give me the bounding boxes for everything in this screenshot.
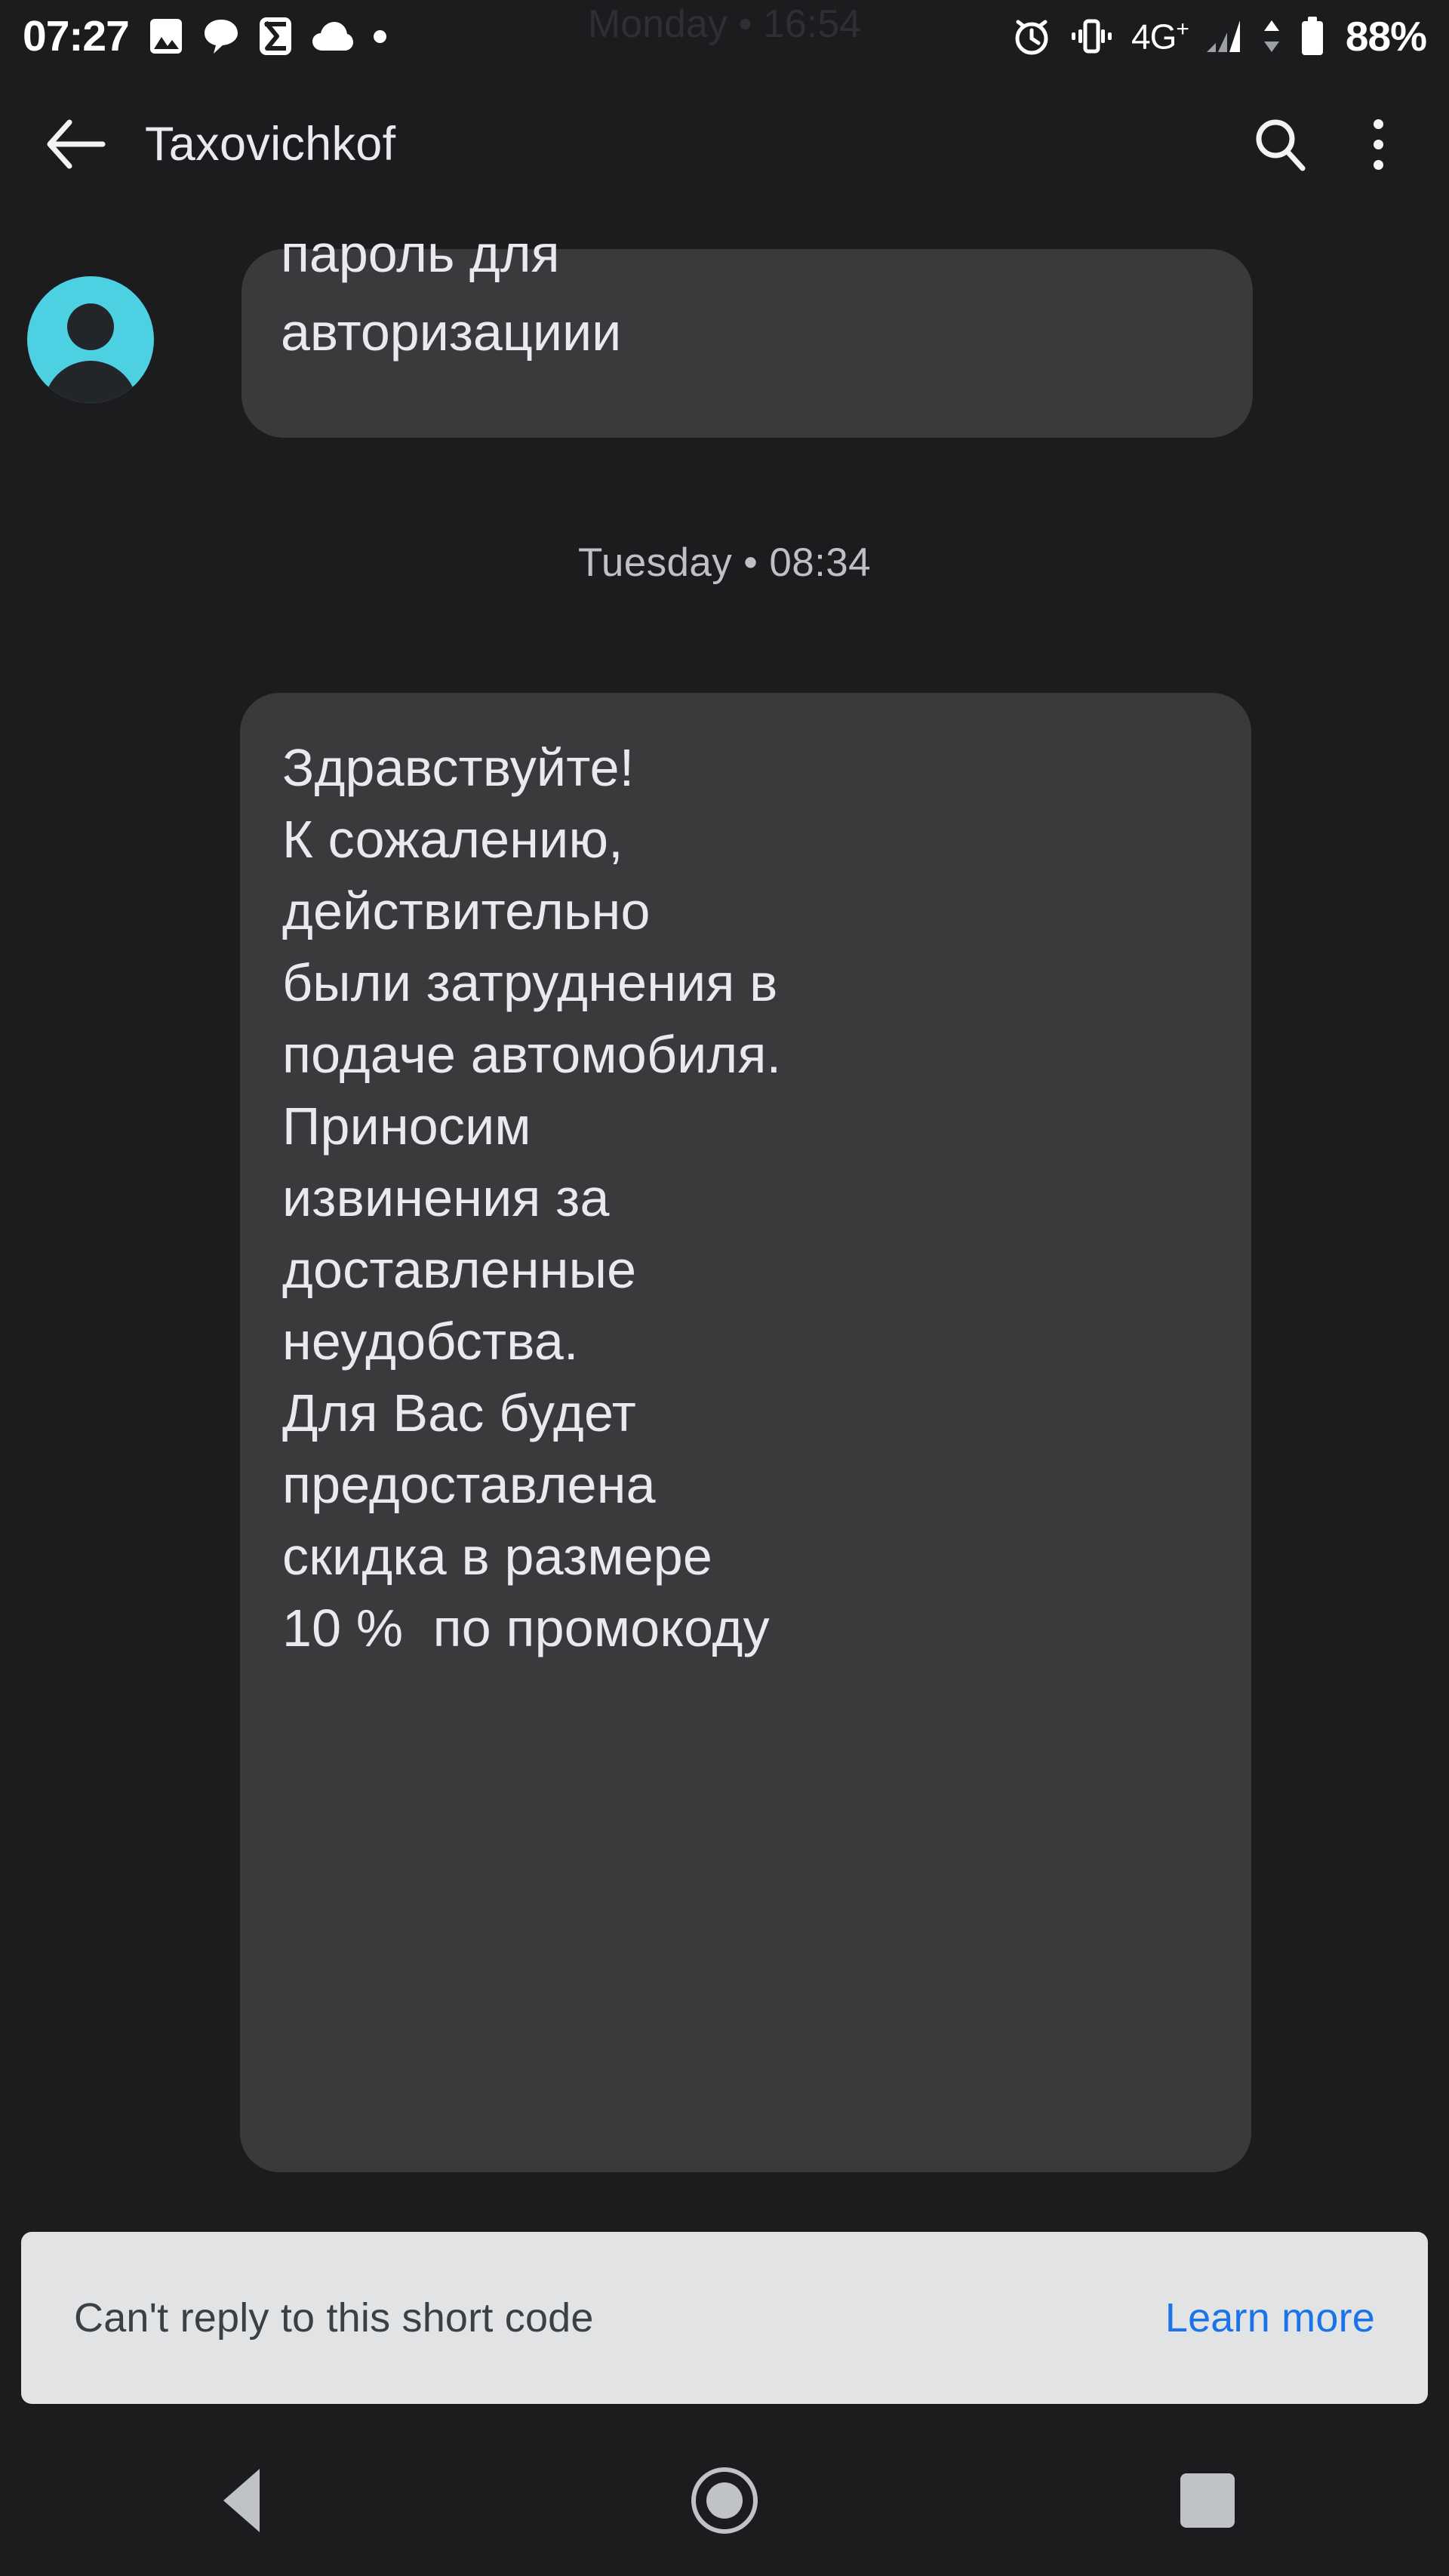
home-icon-inner [706, 2482, 743, 2519]
phone-screen: Monday • 16:54 пароль для авторизациии T… [0, 0, 1449, 2576]
sigma-icon [259, 17, 291, 55]
back-icon [223, 2469, 260, 2532]
vibrate-icon [1072, 19, 1112, 54]
cloud-icon [312, 22, 353, 51]
battery-percent-label: 88% [1345, 12, 1427, 60]
date-divider: Tuesday • 08:34 [0, 540, 1449, 586]
search-icon [1256, 119, 1306, 171]
previous-message-bubble[interactable]: пароль для авторизациии [242, 224, 1253, 438]
nav-back-button[interactable] [158, 2425, 325, 2576]
app-bar-actions [1244, 108, 1414, 180]
network-type-text: 4G [1131, 17, 1177, 57]
dot-icon [373, 29, 386, 43]
recents-icon [1180, 2473, 1235, 2528]
data-transfer-arrows-icon [1263, 20, 1279, 52]
more-vert-icon-dot-3 [1373, 159, 1383, 170]
message-text: Здравствуйте! К сожалению, действительно… [282, 738, 782, 1657]
network-type-label: 4G+ [1131, 18, 1189, 54]
more-vert-icon-dot-2 [1373, 139, 1383, 149]
more-vert-icon-dot-1 [1373, 118, 1383, 129]
previous-message-line-1: пароль для [281, 224, 560, 283]
message-bubble[interactable]: Здравствуйте! К сожалению, действительно… [240, 693, 1251, 2172]
search-button[interactable] [1244, 108, 1316, 180]
avatar-head-shape [67, 303, 114, 350]
learn-more-link[interactable]: Learn more [1165, 2294, 1375, 2341]
network-type-plus: + [1176, 17, 1189, 42]
status-clock: 07:27 [23, 11, 130, 60]
previous-message-line-2: авторизациии [281, 303, 622, 362]
signal-bars-icon [1206, 20, 1240, 52]
short-code-banner: Can't reply to this short code Learn mor… [21, 2232, 1428, 2404]
page-title: Taxovichkof [145, 118, 396, 171]
alarm-clock-icon [1015, 20, 1048, 55]
status-bar-right: 4G+ 88% [1012, 12, 1427, 60]
image-icon [149, 19, 182, 54]
nav-home-button[interactable] [641, 2425, 808, 2576]
battery-icon [1301, 17, 1323, 55]
overflow-menu-button[interactable] [1342, 108, 1414, 180]
arrow-back-icon [47, 119, 106, 169]
short-code-message: Can't reply to this short code [74, 2295, 594, 2341]
android-nav-bar [0, 2425, 1449, 2576]
avatar-body-shape [44, 361, 137, 403]
avatar [27, 276, 154, 403]
back-button[interactable] [35, 103, 118, 186]
status-bar: 07:27 4G+ 88% [0, 0, 1449, 72]
message-bubble-icon [204, 20, 238, 54]
home-icon [691, 2467, 758, 2534]
nav-recents-button[interactable] [1124, 2425, 1291, 2576]
date-divider-label: Tuesday • 08:34 [578, 540, 871, 585]
app-bar: Taxovichkof [0, 72, 1449, 216]
status-bar-left: 07:27 [23, 11, 386, 60]
